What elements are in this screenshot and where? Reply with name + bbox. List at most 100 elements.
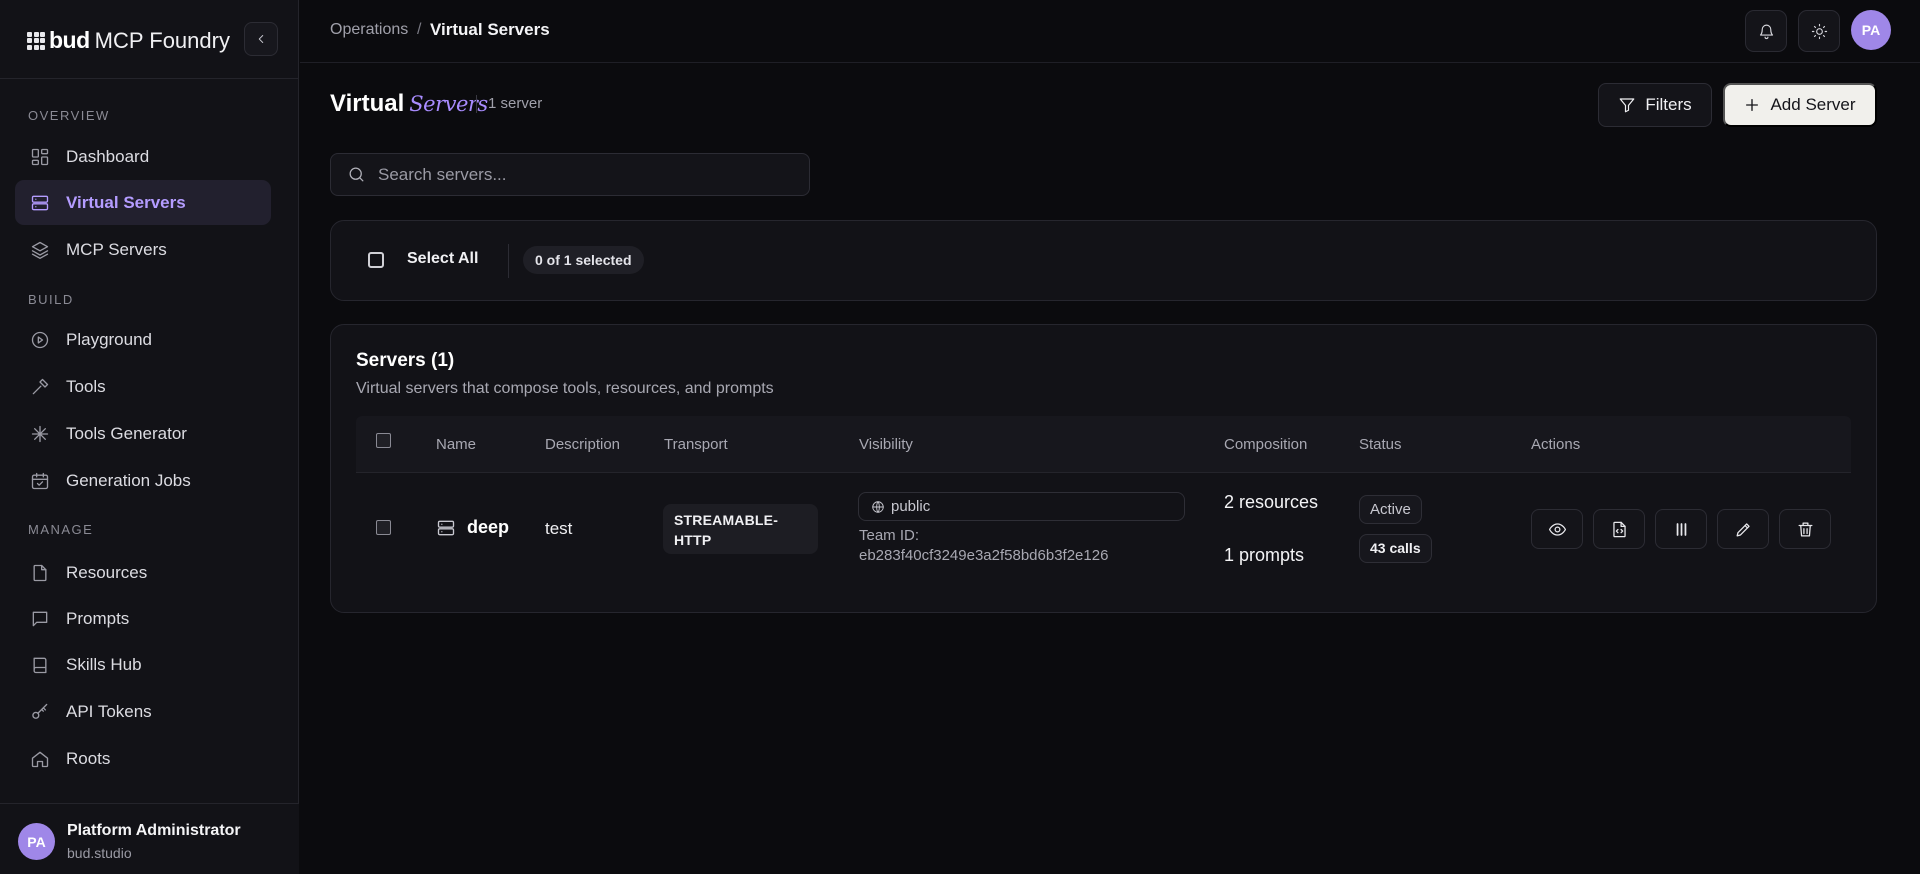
nav-section-overview: OVERVIEW: [28, 108, 110, 123]
server-name: deep: [467, 517, 510, 537]
sidebar-item-tools[interactable]: Tools: [15, 364, 271, 409]
home-icon: [29, 748, 51, 770]
team-id-label: Team ID:: [859, 527, 920, 544]
user-name: Platform Administrator: [67, 822, 241, 839]
grid-icon: [29, 146, 51, 168]
brand-bud: bud: [49, 27, 90, 53]
transport-badge: STREAMABLE-HTTP: [663, 504, 818, 554]
sidebar-item-label: Dashboard: [66, 146, 150, 166]
filters-button[interactable]: Filters: [1598, 83, 1712, 127]
sidebar: bud MCP Foundry OVERVIEW Dashboard Virtu…: [0, 0, 299, 874]
filter-icon: [1620, 98, 1635, 113]
brand-header: bud MCP Foundry: [0, 0, 299, 79]
select-all-checkbox[interactable]: [368, 252, 384, 268]
sidebar-item-playground[interactable]: Playground: [15, 317, 271, 362]
message-square-icon: [29, 608, 51, 630]
sidebar-item-label: Skills Hub: [66, 654, 142, 674]
sidebar-item-mcp-servers[interactable]: MCP Servers: [15, 227, 271, 272]
sidebar-item-label: Tools Generator: [66, 423, 187, 443]
selected-count-badge: 0 of 1 selected: [523, 246, 644, 274]
calendar-check-icon: [29, 470, 51, 492]
page-title-main: Virtual: [330, 90, 405, 117]
user-profile[interactable]: PA Platform Administrator bud.studio: [0, 803, 299, 874]
page-title: Virtual Servers: [330, 90, 488, 118]
hammer-icon: [29, 376, 51, 398]
team-id-value: eb283f40cf3249e3a2f58bd6b3f2e126: [859, 547, 1109, 564]
notifications-button[interactable]: [1745, 10, 1787, 52]
sidebar-item-label: Roots: [66, 748, 111, 768]
column-header-composition[interactable]: Composition: [1224, 436, 1307, 453]
breadcrumb-current: Virtual Servers: [430, 20, 550, 39]
sidebar-item-skills-hub[interactable]: Skills Hub: [15, 642, 271, 687]
search-icon: [349, 167, 364, 182]
layers-icon: [29, 239, 51, 261]
view-button[interactable]: [1531, 509, 1583, 549]
column-header-status[interactable]: Status: [1359, 436, 1402, 453]
servers-card-title: Servers (1): [356, 350, 455, 371]
sidebar-item-resources[interactable]: Resources: [15, 550, 271, 595]
server-icon: [29, 192, 51, 214]
sidebar-item-label: Playground: [66, 329, 153, 349]
eye-icon: [1548, 522, 1566, 536]
sparkle-icon: [29, 423, 51, 445]
plus-icon: [1746, 99, 1759, 111]
row-checkbox[interactable]: [376, 520, 391, 535]
servers-card-description: Virtual servers that compose tools, reso…: [356, 380, 774, 397]
server-icon: [437, 520, 455, 535]
header-checkbox[interactable]: [376, 433, 391, 448]
column-header-transport[interactable]: Transport: [664, 436, 728, 453]
server-count: 1 server: [476, 95, 542, 113]
column-header-visibility[interactable]: Visibility: [859, 436, 913, 453]
breadcrumb-operations[interactable]: Operations: [330, 21, 408, 39]
pause-icon: [1676, 522, 1686, 536]
server-name-cell[interactable]: deep: [436, 517, 509, 538]
trash-icon: [1798, 522, 1812, 536]
pencil-icon: [1736, 522, 1750, 536]
search-bar[interactable]: [330, 153, 810, 196]
sidebar-item-dashboard[interactable]: Dashboard: [15, 134, 271, 179]
column-header-name[interactable]: Name: [436, 436, 476, 453]
prompts-count: 1 prompts: [1224, 545, 1305, 565]
brand-name: MCP Foundry: [94, 27, 230, 53]
search-input[interactable]: [378, 164, 778, 185]
sidebar-item-label: Generation Jobs: [66, 470, 191, 490]
breadcrumb-separator: /: [417, 21, 422, 38]
sidebar-item-label: Virtual Servers: [66, 192, 186, 212]
brand-logo[interactable]: bud MCP Foundry: [27, 27, 230, 54]
sidebar-item-prompts[interactable]: Prompts: [15, 596, 271, 641]
sidebar-item-virtual-servers[interactable]: Virtual Servers: [15, 180, 271, 225]
sidebar-item-tools-generator[interactable]: Tools Generator: [15, 411, 271, 456]
column-header-description[interactable]: Description: [545, 436, 620, 453]
nav-section-manage: MANAGE: [28, 522, 94, 537]
sidebar-item-roots[interactable]: Roots: [15, 736, 271, 781]
key-icon: [29, 701, 51, 723]
visibility-badge: public: [858, 492, 1185, 521]
theme-toggle-button[interactable]: [1798, 10, 1840, 52]
edit-button[interactable]: [1717, 509, 1769, 549]
calls-badge: 43 calls: [1359, 534, 1432, 563]
nav-section-build: BUILD: [28, 292, 74, 307]
pause-button[interactable]: [1655, 509, 1707, 549]
collapse-sidebar-button[interactable]: [244, 22, 278, 56]
sidebar-item-label: Resources: [66, 562, 148, 582]
file-code-icon: [1612, 521, 1626, 537]
file-icon: [29, 562, 51, 584]
sidebar-item-api-tokens[interactable]: API Tokens: [15, 689, 271, 734]
sidebar-item-generation-jobs[interactable]: Generation Jobs: [15, 458, 271, 503]
export-config-button[interactable]: [1593, 509, 1645, 549]
add-server-label: Add Server: [1770, 95, 1856, 114]
bell-icon: [1759, 24, 1773, 39]
delete-button[interactable]: [1779, 509, 1831, 549]
sidebar-item-label: Tools: [66, 376, 106, 396]
topbar: Operations / Virtual Servers PA: [300, 0, 1920, 63]
book-icon: [29, 654, 51, 676]
logo-icon: [27, 31, 45, 50]
sidebar-item-label: API Tokens: [66, 701, 152, 721]
sidebar-item-label: MCP Servers: [66, 239, 167, 259]
add-server-button[interactable]: Add Server: [1723, 83, 1877, 127]
divider: [508, 244, 509, 278]
select-all-label[interactable]: Select All: [407, 250, 478, 268]
sun-icon: [1811, 23, 1827, 39]
avatar[interactable]: PA: [1851, 10, 1891, 50]
play-circle-icon: [29, 329, 51, 351]
